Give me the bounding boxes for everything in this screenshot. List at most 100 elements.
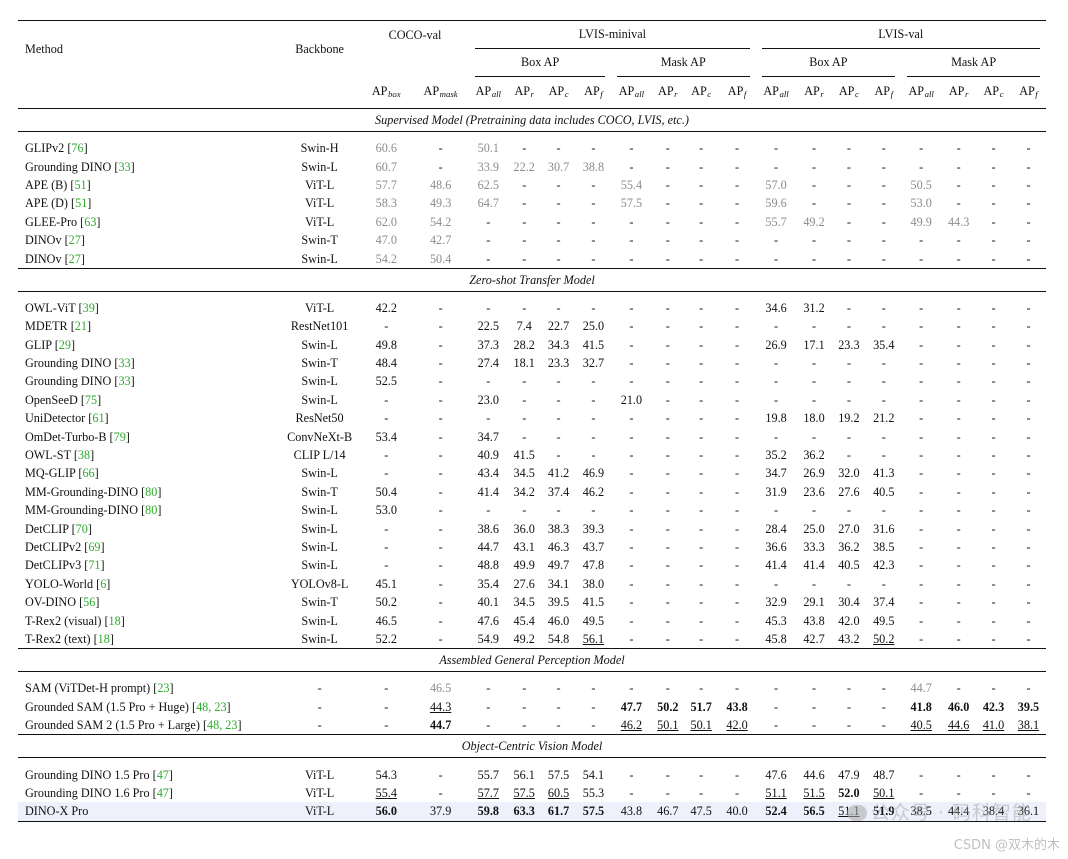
value-cell: 43.4 (477, 466, 499, 481)
value-cell: - (991, 631, 996, 646)
citation-link[interactable]: 61 (92, 411, 104, 425)
value-cell: - (665, 681, 670, 696)
method-cell: DINO-X Pro (18, 802, 279, 821)
citation-link[interactable]: 69 (88, 540, 100, 554)
value-cell: - (774, 356, 779, 371)
value-cell: - (956, 631, 961, 646)
value-cell: - (991, 484, 996, 499)
citation-link[interactable]: 63 (84, 215, 96, 229)
value-cell: - (919, 141, 924, 156)
method-name: OpenSeeD (25, 392, 81, 407)
citation-link[interactable]: 27 (69, 252, 81, 266)
citation-link[interactable]: 51 (74, 178, 86, 192)
citation-link[interactable]: 33 (118, 160, 130, 174)
value-cell: 32.9 (765, 595, 787, 610)
method-name: SAM (ViTDet-H prompt) (25, 681, 154, 696)
value-cell: - (486, 374, 491, 389)
value-cell: 57.5 (576, 802, 611, 821)
value-cell: - (629, 558, 634, 573)
backbone-cell: Swin-L (301, 392, 338, 407)
value-cell: - (956, 448, 961, 463)
citation-link[interactable]: 38 (78, 448, 90, 462)
value-cell: - (919, 521, 924, 536)
value-cell: - (919, 233, 924, 248)
method-name: OWL-ST (25, 448, 74, 463)
backbone-cell: Swin-T (301, 484, 338, 499)
citation-link[interactable]: 27 (69, 233, 81, 247)
citation-link[interactable]: 71 (88, 558, 100, 572)
value-cell: - (699, 558, 704, 573)
value-cell: 54.8 (547, 631, 570, 646)
value-cell: - (556, 699, 561, 714)
citation-link[interactable]: 70 (76, 522, 88, 536)
value-cell: - (811, 374, 817, 389)
value-cell: - (919, 767, 924, 782)
value-cell: - (919, 319, 924, 334)
citation-link[interactable]: 47 (157, 768, 169, 782)
method-name: DINOv (25, 233, 65, 248)
value-cell: 44.6 (947, 718, 970, 733)
value-cell: 35.4 (477, 576, 499, 591)
citation-link[interactable]: 80 (145, 503, 157, 517)
citation-link[interactable]: 21 (75, 319, 87, 333)
citation-link[interactable]: 76 (71, 141, 83, 155)
backbone-column-header: Backbone (278, 20, 361, 77)
citation-link[interactable]: 23 (157, 681, 169, 695)
citation-link[interactable]: 79 (114, 430, 126, 444)
value-cell: - (699, 411, 704, 426)
citation-link[interactable]: 75 (85, 393, 97, 407)
value-cell: 36.6 (765, 540, 787, 554)
value-cell: - (438, 374, 443, 389)
citation-link[interactable]: 48, 23 (207, 718, 237, 732)
value-cell: 49.9 (910, 214, 932, 229)
value-cell: - (919, 595, 924, 610)
value-cell: - (699, 392, 704, 407)
value-cell: 57.5 (513, 785, 535, 800)
citation-link[interactable]: 80 (145, 485, 157, 499)
citation-link[interactable]: 66 (82, 466, 94, 480)
value-cell: - (919, 503, 924, 518)
value-cell: 50.5 (910, 177, 932, 192)
value-cell: - (699, 141, 704, 156)
value-cell: - (522, 503, 527, 518)
value-cell: - (1026, 392, 1031, 407)
value-cell: - (629, 251, 634, 266)
value-cell: - (846, 503, 851, 518)
citation-link[interactable]: 33 (118, 356, 130, 370)
value-cell: 59.8 (469, 802, 508, 821)
method-cell: Grounding DINO [33] (25, 356, 135, 371)
value-cell: 41.5 (582, 595, 605, 610)
value-cell: 39.5 (1017, 699, 1040, 714)
value-cell: - (522, 429, 527, 444)
value-cell: 31.2 (803, 300, 825, 315)
value-cell: - (735, 448, 740, 463)
citation-link[interactable]: 39 (83, 301, 95, 315)
value-cell: - (774, 319, 779, 334)
value-cell: - (811, 392, 817, 407)
value-cell: 41.4 (765, 558, 787, 573)
citation-link[interactable]: 6 (100, 577, 106, 591)
table-row: DINO-X Pro ViT-L 56.0 37.9 59.8 63.3 61.7 57.5 4… (18, 802, 1046, 821)
value-cell: - (881, 718, 886, 733)
citation-link[interactable]: 48, 23 (196, 700, 226, 714)
method-name: GLIPv2 (25, 141, 68, 156)
value-cell: 62.0 (375, 214, 397, 229)
value-cell: 34.1 (547, 576, 570, 591)
value-cell: 55.4 (620, 177, 643, 192)
value-cell: 40.9 (477, 448, 499, 463)
value-cell: - (699, 503, 704, 518)
value-cell: - (811, 196, 817, 211)
citation-link[interactable]: 18 (109, 614, 121, 628)
citation-link[interactable]: 51 (75, 196, 87, 210)
section-header-row: Supervised Model (Pretraining data inclu… (18, 108, 1046, 132)
value-cell: 29.1 (803, 595, 825, 610)
citation-link[interactable]: 18 (98, 632, 110, 646)
value-cell: 38.4 (976, 802, 1011, 821)
citation-link[interactable]: 47 (157, 786, 169, 800)
method-cell: GLIP [29] (25, 337, 75, 352)
citation-link[interactable]: 56 (83, 595, 95, 609)
citation-link[interactable]: 33 (118, 374, 130, 388)
value-cell: - (735, 411, 740, 426)
citation-link[interactable]: 29 (59, 338, 71, 352)
value-cell: - (522, 681, 527, 696)
